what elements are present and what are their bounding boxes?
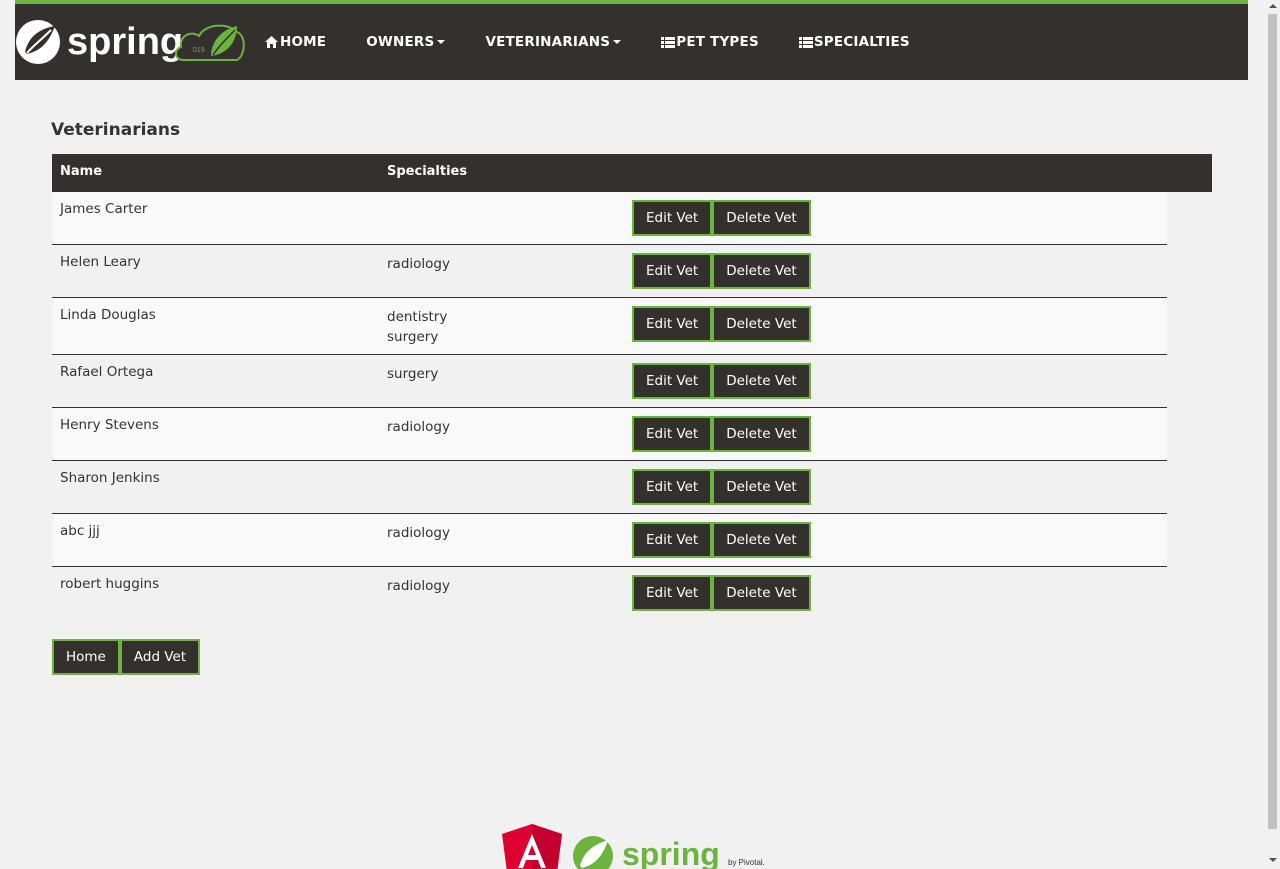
vet-name: James Carter	[60, 201, 148, 217]
vet-specialties: radiology	[387, 576, 450, 596]
scroll-up-arrow-icon[interactable]	[1269, 4, 1277, 8]
vet-name: Rafael Ortega	[60, 364, 154, 380]
vet-name: robert huggins	[60, 576, 160, 592]
row-actions: Edit Vet Delete Vet	[632, 200, 811, 236]
svg-text:spring: spring	[622, 836, 720, 869]
specialty: surgery	[387, 329, 439, 345]
table-row: robert huggins radiology Edit Vet Delete…	[52, 567, 1167, 620]
svg-text:by Pivotal.: by Pivotal.	[728, 858, 765, 867]
vet-specialties: radiology	[387, 254, 450, 274]
vets-table-body: James Carter Edit Vet Delete Vet Helen L…	[52, 192, 1167, 620]
delete-vet-button[interactable]: Delete Vet	[712, 522, 811, 558]
add-vet-button[interactable]: Add Vet	[119, 639, 201, 675]
table-row: Sharon Jenkins Edit Vet Delete Vet	[52, 461, 1167, 514]
specialty: radiology	[387, 256, 450, 272]
nav-home[interactable]: HOME	[264, 34, 326, 50]
column-header-specialties: Specialties	[387, 164, 468, 179]
nav-veterinarians[interactable]: VETERINARIANS	[485, 34, 622, 50]
table-row: Rafael Ortega surgery Edit Vet Delete Ve…	[52, 355, 1167, 408]
vet-specialties: radiology	[387, 523, 450, 543]
edit-vet-button[interactable]: Edit Vet	[632, 416, 713, 452]
nav-home-label: HOME	[280, 34, 327, 50]
scrollbar-thumb[interactable]	[1268, 14, 1277, 829]
svg-text:spring: spring	[67, 21, 183, 63]
vet-specialties: dentistry surgery	[387, 307, 447, 347]
delete-vet-button[interactable]: Delete Vet	[712, 363, 811, 399]
delete-vet-button[interactable]: Delete Vet	[712, 253, 811, 289]
list-icon	[798, 36, 813, 49]
home-button[interactable]: Home	[52, 639, 120, 675]
edit-vet-button[interactable]: Edit Vet	[632, 575, 713, 611]
table-row: abc jjj radiology Edit Vet Delete Vet	[52, 514, 1167, 567]
chevron-down-icon	[613, 40, 622, 44]
delete-vet-button[interactable]: Delete Vet	[712, 306, 811, 342]
edit-vet-button[interactable]: Edit Vet	[632, 469, 713, 505]
column-header-name: Name	[60, 164, 103, 179]
nav-pet-types-label: PET TYPES	[676, 34, 759, 50]
table-row: Henry Stevens radiology Edit Vet Delete …	[52, 408, 1167, 461]
row-actions: Edit Vet Delete Vet	[632, 306, 811, 342]
page-actions: Home Add Vet	[52, 639, 201, 675]
main-nav: HOME OWNERS VETERINARIANS PET TYPES SPEC…	[264, 4, 910, 80]
scroll-down-arrow-icon[interactable]	[1269, 858, 1277, 862]
table-row: James Carter Edit Vet Delete Vet	[52, 192, 1167, 245]
vet-specialties: surgery	[387, 364, 438, 384]
edit-vet-button[interactable]: Edit Vet	[632, 200, 713, 236]
navbar: spring 019 HOME OWNERS VETERINARIANS PET…	[15, 0, 1248, 80]
nav-specialties-label: SPECIALTIES	[813, 34, 910, 50]
vet-name: Helen Leary	[60, 254, 141, 270]
edit-vet-button[interactable]: Edit Vet	[632, 522, 713, 558]
nav-owners-label: OWNERS	[366, 34, 435, 50]
nav-veterinarians-label: VETERINARIANS	[485, 34, 611, 50]
list-icon	[661, 36, 676, 49]
delete-vet-button[interactable]: Delete Vet	[712, 200, 811, 236]
svg-text:019: 019	[193, 47, 205, 54]
row-actions: Edit Vet Delete Vet	[632, 575, 811, 611]
chevron-down-icon	[437, 40, 446, 44]
table-header: Name Specialties	[52, 154, 1212, 192]
nav-specialties[interactable]: SPECIALTIES	[798, 34, 910, 50]
row-actions: Edit Vet Delete Vet	[632, 363, 811, 399]
spring-logo[interactable]: spring 019	[15, 16, 245, 64]
angular-logo	[502, 824, 562, 869]
edit-vet-button[interactable]: Edit Vet	[632, 363, 713, 399]
edit-vet-button[interactable]: Edit Vet	[632, 253, 713, 289]
specialty: radiology	[387, 578, 450, 594]
delete-vet-button[interactable]: Delete Vet	[712, 575, 811, 611]
vertical-scrollbar[interactable]	[1265, 0, 1280, 869]
specialty: surgery	[387, 366, 439, 382]
vet-name: Henry Stevens	[60, 417, 159, 433]
vet-name: Linda Douglas	[60, 307, 156, 323]
home-icon	[264, 35, 279, 49]
edit-vet-button[interactable]: Edit Vet	[632, 306, 713, 342]
row-actions: Edit Vet Delete Vet	[632, 469, 811, 505]
specialty: radiology	[387, 419, 450, 435]
table-row: Helen Leary radiology Edit Vet Delete Ve…	[52, 245, 1167, 298]
vet-name: abc jjj	[60, 523, 100, 539]
page-title: Veterinarians	[51, 120, 181, 140]
row-actions: Edit Vet Delete Vet	[632, 253, 811, 289]
vet-name: Sharon Jenkins	[60, 470, 160, 486]
delete-vet-button[interactable]: Delete Vet	[712, 416, 811, 452]
table-row: Linda Douglas dentistry surgery Edit Vet…	[52, 298, 1167, 355]
vet-specialties: radiology	[387, 417, 450, 437]
delete-vet-button[interactable]: Delete Vet	[712, 469, 811, 505]
row-actions: Edit Vet Delete Vet	[632, 522, 811, 558]
footer-logos: spring by Pivotal.	[502, 824, 765, 869]
spring-footer-logo: spring by Pivotal.	[573, 836, 765, 869]
nav-owners[interactable]: OWNERS	[366, 34, 446, 50]
nav-pet-types[interactable]: PET TYPES	[661, 34, 759, 50]
row-actions: Edit Vet Delete Vet	[632, 416, 811, 452]
specialty: radiology	[387, 525, 450, 541]
specialty: dentistry	[387, 309, 448, 325]
